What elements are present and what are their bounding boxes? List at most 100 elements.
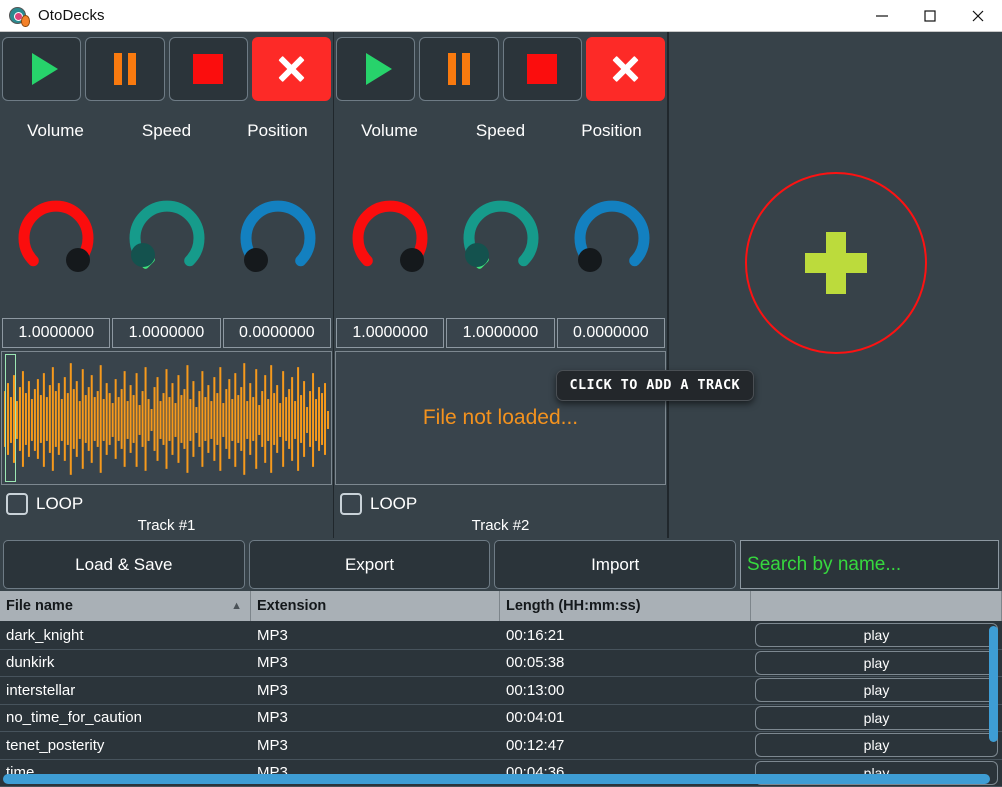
deck-2-volume-knob-handle xyxy=(399,248,424,272)
deck-2-volume-value[interactable]: 1.0000000 xyxy=(336,318,445,348)
cell-file-name: dark_knight xyxy=(6,626,84,644)
deck-2: Volume Speed Position 1.0000000 1.000000… xyxy=(334,32,668,538)
column-header-actions[interactable] xyxy=(751,591,1002,621)
cell-action: play xyxy=(751,677,1002,704)
cell-length: 00:16:21 xyxy=(506,626,565,644)
cell-extension: MP3 xyxy=(257,654,288,672)
deck-1-position-knob-cell xyxy=(222,190,333,286)
cell-action: play xyxy=(751,622,1002,649)
track-library-table: File name ▲ Extension Length (HH:mm:ss) … xyxy=(0,591,1002,787)
search-input[interactable] xyxy=(740,540,1000,589)
maximize-button[interactable] xyxy=(906,0,954,31)
import-button[interactable]: Import xyxy=(494,540,737,589)
row-play-button[interactable]: play xyxy=(755,678,998,703)
otodecks-window: OtoDecks Volume Speed Position 1.0000000… xyxy=(0,0,1002,787)
deck-1: Volume Speed Position 1.0000000 1.000000… xyxy=(0,32,334,538)
deck-2-stop-all-button[interactable] xyxy=(585,37,665,101)
cell-length: 00:12:47 xyxy=(506,736,565,754)
decks-container: Volume Speed Position 1.0000000 1.000000… xyxy=(0,32,1002,538)
deck-2-speed-knob-cell xyxy=(445,190,556,286)
deck-2-file-not-loaded-text: File not loaded... xyxy=(422,406,579,429)
deck-2-bottom: LOOP Track #2 xyxy=(334,485,667,538)
deck-2-volume-label: Volume xyxy=(361,121,418,140)
deck-1-stop-button[interactable] xyxy=(168,37,248,101)
add-track-panel[interactable]: CLICK TO ADD A TRACK xyxy=(555,32,1002,538)
deck-2-play-button[interactable] xyxy=(336,37,416,101)
deck-1-loop-control[interactable]: LOOP xyxy=(0,485,333,515)
deck-2-pause-button[interactable] xyxy=(419,37,499,101)
deck-2-knobs xyxy=(334,158,667,318)
sort-ascending-icon: ▲ xyxy=(231,600,242,612)
add-track-tooltip: CLICK TO ADD A TRACK xyxy=(555,369,755,401)
deck-1-knob-labels: Volume Speed Position xyxy=(0,104,333,158)
column-header-extension[interactable]: Extension xyxy=(251,591,500,621)
table-row[interactable]: interstellar MP3 00:13:00 play xyxy=(0,677,1002,705)
deck-2-speed-knob-handle xyxy=(464,243,489,267)
minimize-button[interactable] xyxy=(858,0,906,31)
deck-2-position-value[interactable]: 0.0000000 xyxy=(556,318,665,348)
deck-1-knobs xyxy=(0,158,333,318)
deck-1-play-button[interactable] xyxy=(2,37,82,101)
deck-2-stop-button[interactable] xyxy=(502,37,582,101)
deck-2-loop-control[interactable]: LOOP xyxy=(334,485,667,515)
deck-2-volume-knob-cell xyxy=(334,190,445,286)
deck-2-volume-knob[interactable] xyxy=(342,190,438,286)
column-header-file-name-label: File name xyxy=(6,598,73,614)
search-wrapper xyxy=(740,540,1000,589)
load-save-button[interactable]: Load & Save xyxy=(3,540,245,589)
deck-1-waveform[interactable] xyxy=(1,351,332,485)
deck-1-position-knob[interactable] xyxy=(230,190,326,286)
deck-1-speed-value[interactable]: 1.0000000 xyxy=(112,318,221,348)
table-row[interactable]: dark_knight MP3 00:16:21 play xyxy=(0,622,1002,650)
column-header-file-name[interactable]: File name ▲ xyxy=(0,591,251,621)
deck-1-pause-button[interactable] xyxy=(85,37,165,101)
horizontal-scrollbar[interactable] xyxy=(3,774,990,784)
close-x-icon xyxy=(608,52,642,86)
deck-1-position-label: Position xyxy=(247,121,308,140)
window-title: OtoDecks xyxy=(38,7,105,24)
cell-length: 00:13:00 xyxy=(506,681,565,699)
deck-1-playhead[interactable] xyxy=(5,354,16,482)
cell-extension: MP3 xyxy=(257,736,288,754)
play-icon xyxy=(365,53,392,85)
export-button[interactable]: Export xyxy=(248,540,491,589)
row-play-button[interactable]: play xyxy=(755,650,998,675)
row-play-button[interactable]: play xyxy=(755,623,998,648)
table-row[interactable]: no_time_for_caution MP3 00:04:01 play xyxy=(0,705,1002,732)
deck-1-speed-knob[interactable] xyxy=(119,190,215,286)
deck-1-speed-label: Speed xyxy=(141,121,192,140)
close-x-icon xyxy=(274,52,308,86)
row-play-button[interactable]: play xyxy=(755,733,998,758)
library-toolbar: Load & Save Export Import xyxy=(0,538,1002,591)
deck-1-speed-knob-cell xyxy=(111,190,222,286)
add-track-circle-button[interactable]: CLICK TO ADD A TRACK xyxy=(555,171,927,401)
cell-length: 00:05:38 xyxy=(506,654,565,672)
deck-2-position-knob[interactable] xyxy=(564,190,660,286)
deck-1-speed-knob-handle xyxy=(130,243,155,267)
deck-1-loop-checkbox[interactable] xyxy=(6,493,28,515)
deck-1-loop-label: LOOP xyxy=(36,494,84,513)
deck-2-transport xyxy=(334,32,667,104)
deck-2-loop-checkbox[interactable] xyxy=(340,493,362,515)
deck-1-position-value[interactable]: 0.0000000 xyxy=(222,318,331,348)
waveform-graphic xyxy=(3,363,330,475)
close-button[interactable] xyxy=(954,0,1002,31)
deck-2-position-label: Position xyxy=(581,121,642,140)
table-header-row: File name ▲ Extension Length (HH:mm:ss) xyxy=(0,591,1002,622)
deck-1-volume-label: Volume xyxy=(27,121,84,140)
deck-2-speed-knob[interactable] xyxy=(453,190,549,286)
deck-2-speed-value[interactable]: 1.0000000 xyxy=(446,318,555,348)
vertical-scrollbar[interactable] xyxy=(989,626,998,742)
deck-1-position-knob-handle xyxy=(243,248,268,272)
row-play-button[interactable]: play xyxy=(755,705,998,730)
cell-action: play xyxy=(751,650,1002,677)
deck-1-volume-knob[interactable] xyxy=(8,190,104,286)
deck-1-bottom: LOOP Track #1 xyxy=(0,485,333,538)
table-row[interactable]: dunkirk MP3 00:05:38 play xyxy=(0,650,1002,677)
title-bar: OtoDecks xyxy=(0,0,1002,32)
deck-1-stop-all-button[interactable] xyxy=(251,37,331,101)
table-row[interactable]: tenet_posterity MP3 00:12:47 play xyxy=(0,732,1002,760)
column-header-length[interactable]: Length (HH:mm:ss) xyxy=(500,591,751,621)
table-body: dark_knight MP3 00:16:21 play dunkirk MP… xyxy=(0,622,1002,787)
deck-1-volume-value[interactable]: 1.0000000 xyxy=(2,318,111,348)
